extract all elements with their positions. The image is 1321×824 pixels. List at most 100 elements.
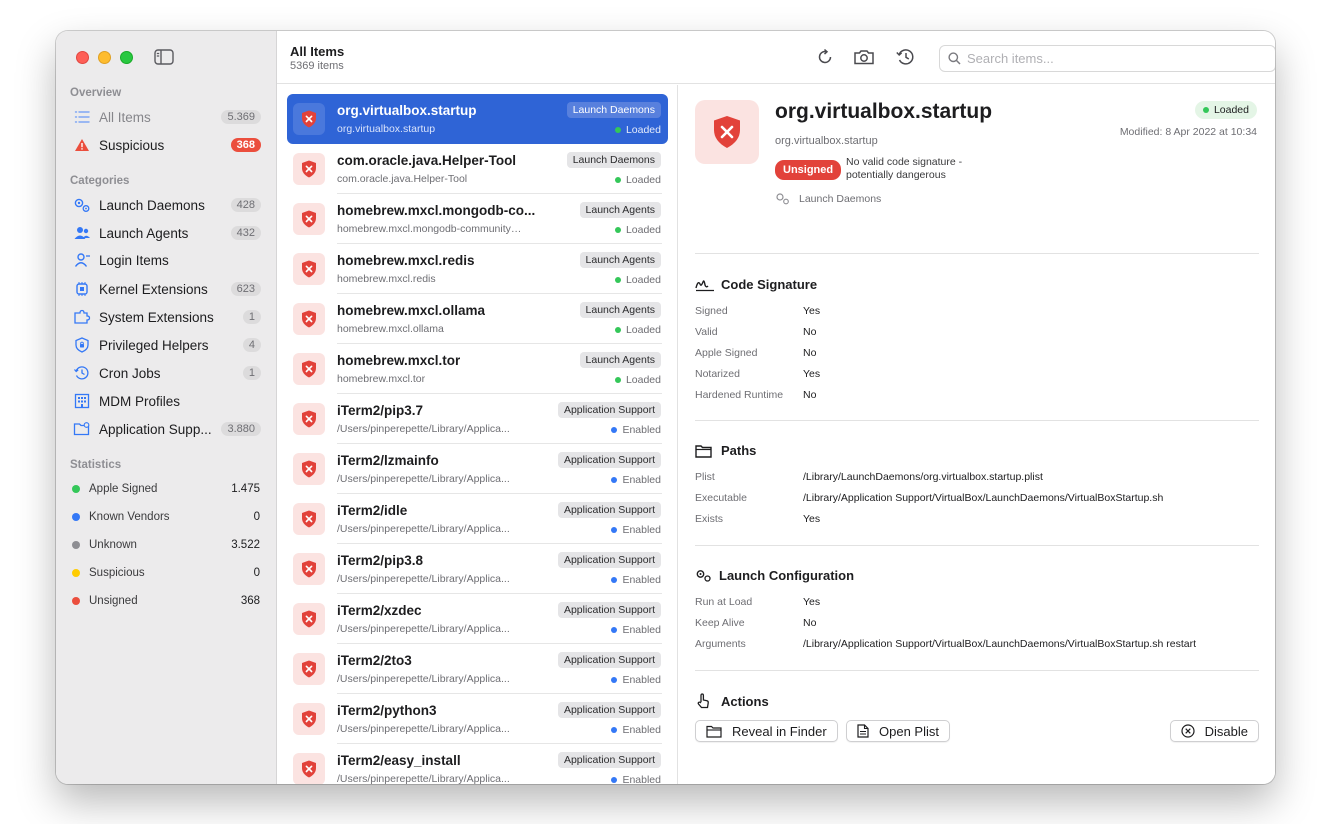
item-identifier: /Users/pinperepette/Library/Applica... xyxy=(337,423,510,435)
unsigned-shield-icon xyxy=(293,153,325,185)
section-title: Launch Configuration xyxy=(719,568,855,583)
list-item[interactable]: iTerm2/python3/Users/pinperepette/Librar… xyxy=(287,694,668,744)
stat-value: 3.522 xyxy=(231,539,260,551)
section-title: Actions xyxy=(721,693,769,709)
sidebar-item-label: Login Items xyxy=(99,252,169,268)
chip-icon xyxy=(73,281,91,297)
kv-key: Arguments xyxy=(695,638,746,650)
kv-value[interactable]: /Library/LaunchDaemons/org.virtualbox.st… xyxy=(803,471,1043,483)
items-list[interactable]: org.virtualbox.startup org.virtualbox.sta… xyxy=(277,85,678,784)
kv-key: Hardened Runtime xyxy=(695,389,784,401)
unsigned-shield-icon xyxy=(293,403,325,435)
folder-icon xyxy=(706,725,722,738)
stat-label: Suspicious xyxy=(89,567,145,579)
item-status: Enabled xyxy=(611,624,661,636)
sidebar-item-launch-daemons[interactable]: Launch Daemons 428 xyxy=(64,192,269,218)
item-status: Loaded xyxy=(614,324,661,336)
sidebar-item-kernel-extensions[interactable]: Kernel Extensions 623 xyxy=(64,276,269,302)
item-name: iTerm2/lzmainfo xyxy=(337,453,439,468)
category-tag: Application Support xyxy=(557,402,661,418)
unsigned-shield-icon xyxy=(293,353,325,385)
list-item[interactable]: iTerm2/pip3.7/Users/pinperepette/Library… xyxy=(287,394,668,444)
button-label: Disable xyxy=(1204,723,1248,739)
kv-value[interactable]: /Library/Application Support/VirtualBox/… xyxy=(803,492,1163,504)
status-badge: Loaded xyxy=(1194,101,1257,119)
sidebar-item-login-items[interactable]: Login Items xyxy=(64,247,269,273)
count-badge: 428 xyxy=(230,198,261,212)
item-name: homebrew.mxcl.mongodb-co... xyxy=(337,203,536,218)
item-identifier: org.virtualbox.startup xyxy=(337,123,436,135)
category-tag: Application Support xyxy=(557,452,661,468)
kv-valid: Valid No xyxy=(695,326,816,338)
sidebar: Overview All Items 5.369 Suspicious 368 … xyxy=(56,31,277,784)
item-identifier: homebrew.mxcl.mongodb-community@4... xyxy=(337,223,522,235)
disable-button[interactable]: Disable xyxy=(1169,720,1259,742)
list-item[interactable]: iTerm2/2to3/Users/pinperepette/Library/A… xyxy=(287,644,668,694)
sidebar-item-cron-jobs[interactable]: Cron Jobs 1 xyxy=(64,360,269,386)
count-badge: 368 xyxy=(230,138,261,152)
status-dot xyxy=(614,177,621,183)
minimize-window-button[interactable] xyxy=(98,51,111,64)
stat-label: Unknown xyxy=(89,539,137,551)
kv-plist: Plist/Library/LaunchDaemons/org.virtualb… xyxy=(695,471,1043,483)
list-item[interactable]: iTerm2/pip3.8/Users/pinperepette/Library… xyxy=(287,544,668,594)
list-item[interactable]: homebrew.mxcl.tor homebrew.mxcl.tor Launch… xyxy=(287,344,668,394)
sidebar-item-all-items[interactable]: All Items 5.369 xyxy=(64,104,269,130)
item-identifier: com.oracle.java.Helper-Tool xyxy=(337,173,468,185)
zoom-window-button[interactable] xyxy=(120,51,133,64)
sidebar-item-privileged-helpers[interactable]: Privileged Helpers 4 xyxy=(64,332,269,358)
sidebar-toggle-icon[interactable] xyxy=(154,49,174,65)
sidebar-item-label: Privileged Helpers xyxy=(99,337,209,353)
list-item[interactable]: iTerm2/xzdec/Users/pinperepette/Library/… xyxy=(287,594,668,644)
item-status: Loaded xyxy=(614,374,661,386)
stat-label: Apple Signed xyxy=(89,483,158,495)
list-item[interactable]: org.virtualbox.startup org.virtualbox.sta… xyxy=(287,94,668,144)
kv-value: /Library/Application Support/VirtualBox/… xyxy=(803,638,1196,650)
item-name: org.virtualbox.startup xyxy=(337,103,477,118)
stat-value: 0 xyxy=(253,567,260,579)
sidebar-item-mdm-profiles[interactable]: MDM Profiles xyxy=(64,388,269,414)
list-item[interactable]: iTerm2/lzmainfo/Users/pinperepette/Libra… xyxy=(287,444,668,494)
item-name: iTerm2/xzdec xyxy=(337,603,422,618)
sidebar-item-suspicious[interactable]: Suspicious 368 xyxy=(64,132,269,158)
unsigned-badge: Unsigned xyxy=(775,160,842,180)
kv-hardened-runtime: Hardened Runtime No xyxy=(695,389,816,401)
list-item[interactable]: com.oracle.java.Helper-Tool com.oracle.ja… xyxy=(287,144,668,194)
history-icon[interactable] xyxy=(894,46,916,68)
camera-icon[interactable] xyxy=(853,46,875,68)
divider xyxy=(695,545,1259,546)
kv-key: Plist xyxy=(695,471,715,483)
kv-arguments: Arguments/Library/Application Support/Vi… xyxy=(695,638,1196,650)
modified-date: Modified: 8 Apr 2022 at 10:34 xyxy=(1119,126,1257,138)
sidebar-item-application-support[interactable]: Application Supp... 3.880 xyxy=(64,416,269,442)
signature-icon xyxy=(695,278,715,292)
sidebar-item-system-extensions[interactable]: System Extensions 1 xyxy=(64,304,269,330)
person-icon xyxy=(73,252,91,268)
sidebar-item-launch-agents[interactable]: Launch Agents 432 xyxy=(64,220,269,246)
count-badge: 432 xyxy=(230,226,261,240)
kv-key: Notarized xyxy=(695,368,740,380)
status-dot xyxy=(611,677,618,683)
refresh-icon[interactable] xyxy=(814,46,836,68)
category-tag: Application Support xyxy=(557,702,661,718)
search-field[interactable] xyxy=(939,45,1275,72)
close-window-button[interactable] xyxy=(76,51,89,64)
list-item[interactable]: homebrew.mxcl.ollama homebrew.mxcl.ollama… xyxy=(287,294,668,344)
list-item[interactable]: homebrew.mxcl.redis homebrew.mxcl.redis La… xyxy=(287,244,668,294)
item-status: Enabled xyxy=(611,424,661,436)
status-dot xyxy=(614,377,621,383)
list-item[interactable]: iTerm2/easy_install/Users/pinperepette/L… xyxy=(287,744,668,784)
building-icon xyxy=(73,393,91,409)
reveal-in-finder-button[interactable]: Reveal in Finder xyxy=(695,720,838,742)
count-badge: 623 xyxy=(230,282,261,296)
search-input[interactable] xyxy=(967,51,1275,66)
item-status: Loaded xyxy=(614,224,661,236)
item-status: Loaded xyxy=(614,174,661,186)
page-title: All Items xyxy=(290,44,345,59)
unsigned-shield-icon xyxy=(293,753,325,784)
item-name: homebrew.mxcl.ollama xyxy=(337,303,486,318)
list-item[interactable]: homebrew.mxcl.mongodb-co... homebrew.mxcl… xyxy=(287,194,668,244)
open-plist-button[interactable]: Open Plist xyxy=(846,720,950,742)
toolbar: All Items 5369 items xyxy=(277,31,1275,84)
list-item[interactable]: iTerm2/idle/Users/pinperepette/Library/A… xyxy=(287,494,668,544)
